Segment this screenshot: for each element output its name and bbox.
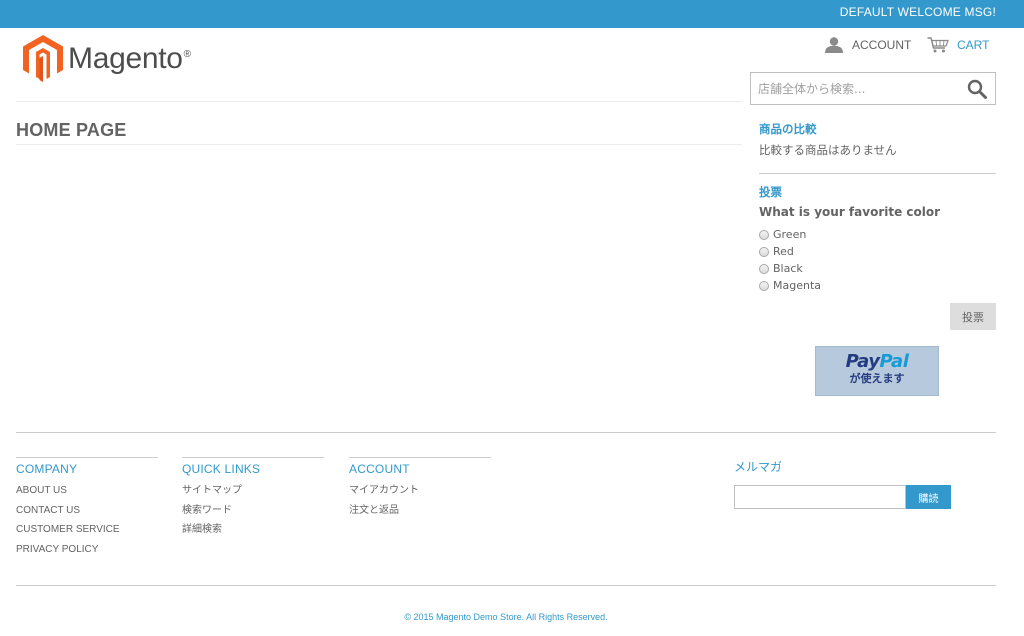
newsletter-subscribe-button[interactable]: 購読 — [906, 485, 951, 509]
top-bar: DEFAULT WELCOME MSG! — [0, 0, 1024, 28]
paypal-tagline: が使えます — [849, 372, 905, 385]
cart-link[interactable]: CART — [927, 37, 989, 53]
poll-radio-red[interactable] — [759, 246, 769, 257]
footer-column-company: COMPANY ABOUT US CONTACT US CUSTOMER SER… — [16, 457, 158, 562]
footer-column-quick-links: QUICK LINKS サイトマップ 検索ワード 詳細検索 — [182, 457, 324, 543]
search-icon[interactable] — [967, 79, 987, 99]
footer-column-account: ACCOUNT マイアカウント 注文と返品 — [349, 457, 491, 523]
footer-link-sitemap[interactable]: サイトマップ — [182, 484, 324, 504]
account-label: ACCOUNT — [852, 38, 912, 52]
footer-link-about-us[interactable]: ABOUT US — [16, 484, 158, 504]
magento-logo-icon — [23, 35, 63, 82]
cart-label: CART — [957, 38, 990, 52]
page-title: HOME PAGE — [16, 120, 127, 140]
poll-option-label: Red — [773, 245, 794, 258]
cart-icon — [927, 37, 949, 53]
footer-link-orders-returns[interactable]: 注文と返品 — [349, 504, 491, 524]
poll-option-label: Black — [773, 262, 803, 275]
footer-column-title: ACCOUNT — [349, 462, 410, 476]
user-icon — [825, 37, 843, 53]
newsletter-title: メルマガ — [734, 460, 783, 474]
footer-link-contact-us[interactable]: CONTACT US — [16, 504, 158, 524]
footer-column-title: COMPANY — [16, 462, 78, 476]
poll-block-title: 投票 — [759, 185, 782, 199]
footer-link-list: サイトマップ 検索ワード 詳細検索 — [182, 484, 324, 543]
poll-option-red[interactable]: Red — [759, 245, 794, 258]
poll-option-black[interactable]: Black — [759, 262, 803, 275]
paypal-badge[interactable]: PayPal が使えます — [815, 346, 939, 396]
paypal-logo-text: PayPal — [845, 351, 909, 372]
poll-radio-green[interactable] — [759, 229, 769, 240]
copyright-text: © 2015 Magento Demo Store. All Rights Re… — [404, 612, 608, 622]
poll-radio-magenta[interactable] — [759, 280, 769, 291]
compare-empty-text: 比較する商品はありません — [759, 143, 897, 157]
footer-link-privacy-policy[interactable]: PRIVACY POLICY — [16, 543, 158, 563]
column-divider — [182, 457, 324, 458]
header-divider — [16, 101, 742, 102]
newsletter-email-input[interactable] — [734, 485, 906, 509]
search-form — [750, 72, 996, 105]
footer-link-advanced-search[interactable]: 詳細検索 — [182, 523, 324, 543]
title-divider — [16, 144, 742, 145]
compare-block-title[interactable]: 商品の比較 — [759, 121, 817, 137]
footer-link-list: マイアカウント 注文と返品 — [349, 484, 491, 523]
welcome-message: DEFAULT WELCOME MSG! — [839, 5, 996, 19]
sidebar-divider — [759, 173, 996, 174]
poll-option-label: Magenta — [773, 279, 822, 292]
account-link[interactable]: ACCOUNT — [824, 37, 911, 53]
poll-question: What is your favorite color — [759, 205, 941, 219]
site-logo[interactable]: Magento® — [23, 35, 191, 82]
vote-button[interactable]: 投票 — [950, 303, 996, 330]
column-divider — [16, 457, 158, 458]
footer-link-customer-service[interactable]: CUSTOMER SERVICE — [16, 523, 158, 543]
column-divider — [349, 457, 491, 458]
footer-divider — [16, 432, 996, 433]
footer-column-title: QUICK LINKS — [182, 462, 261, 476]
search-input[interactable] — [751, 73, 961, 104]
logo-text: Magento® — [68, 42, 191, 75]
footer-link-list: ABOUT US CONTACT US CUSTOMER SERVICE PRI… — [16, 484, 158, 562]
footer-bottom-divider — [16, 585, 996, 586]
poll-option-magenta[interactable]: Magenta — [759, 279, 821, 292]
footer-link-search-terms[interactable]: 検索ワード — [182, 504, 324, 524]
poll-option-label: Green — [773, 228, 807, 241]
poll-option-green[interactable]: Green — [759, 228, 806, 241]
footer-link-my-account[interactable]: マイアカウント — [349, 484, 491, 504]
poll-radio-black[interactable] — [759, 263, 769, 274]
